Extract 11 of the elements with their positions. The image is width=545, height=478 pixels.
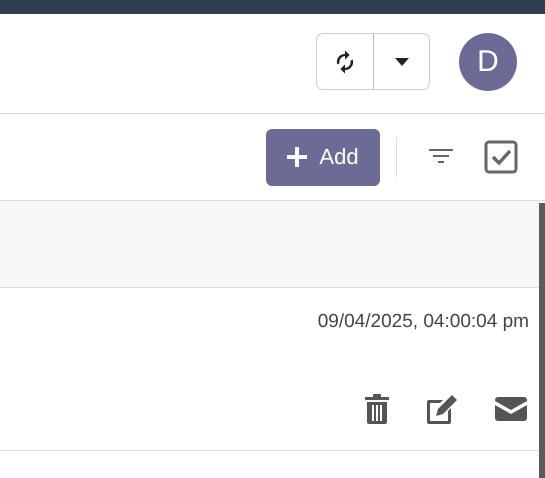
plus-icon (287, 147, 308, 167)
add-button[interactable]: Add (266, 128, 380, 186)
edit-icon[interactable] (425, 394, 459, 424)
scrollbar[interactable] (539, 203, 545, 478)
timestamp: 09/04/2025, 04:00:04 pm (318, 311, 529, 333)
checkbox-icon[interactable] (484, 140, 518, 174)
envelope-icon[interactable] (495, 397, 527, 421)
caret-icon (394, 58, 408, 66)
user-avatar[interactable]: D (459, 32, 517, 90)
trash-icon[interactable] (365, 394, 389, 424)
filter-icon[interactable] (429, 149, 453, 165)
